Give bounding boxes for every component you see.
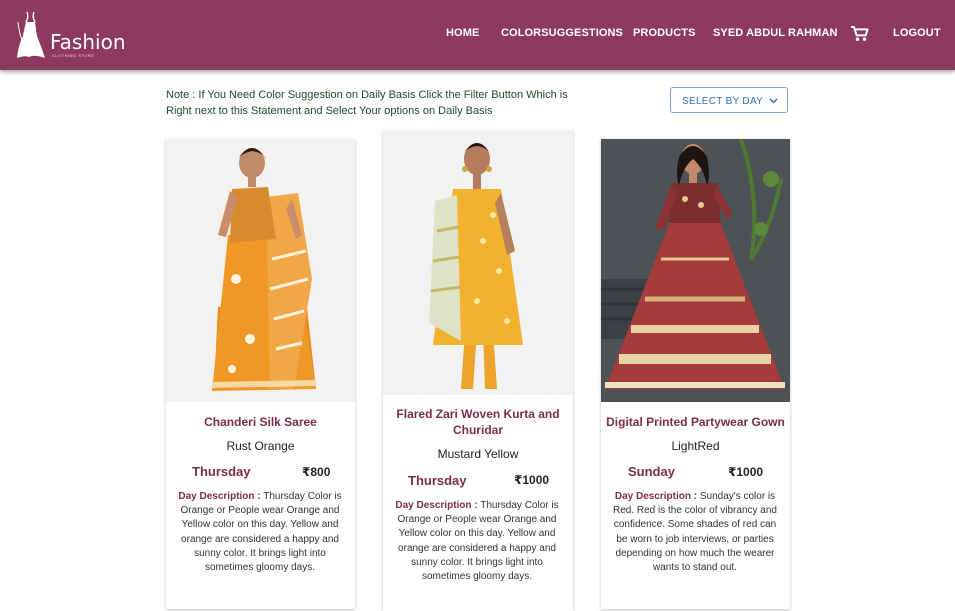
product-image-gown[interactable]: [601, 139, 790, 402]
product-image-kurta[interactable]: [383, 131, 573, 395]
day-description-label: Day Description :: [614, 491, 698, 502]
filter-note: Note : If You Need Color Suggestion on D…: [166, 89, 568, 117]
product-price: ₹1000: [514, 473, 550, 487]
product-price: ₹1000: [728, 465, 764, 479]
product-card[interactable]: Digital Printed Partywear Gown LightRed …: [601, 139, 790, 609]
brand-tagline: CLOTHING STORE: [52, 53, 95, 58]
nav-logout[interactable]: LOGOUT: [893, 27, 941, 39]
product-description: Day Description : Thursday Color is Oran…: [395, 499, 559, 584]
product-card[interactable]: Flared Zari Woven Kurta and Churidar Mus…: [383, 131, 573, 611]
product-image-saree[interactable]: [166, 139, 355, 402]
day-description-text: Thursday Color is Orange or People wear …: [397, 500, 559, 583]
brand-logo[interactable]: Fashion CLOTHING STORE: [16, 10, 126, 60]
product-card[interactable]: Chanderi Silk Saree Rust Orange Thursday…: [166, 139, 355, 609]
product-title[interactable]: Flared Zari Woven Kurta and Churidar: [383, 406, 573, 438]
nav-home[interactable]: HOME: [446, 27, 479, 39]
product-day: Thursday: [192, 464, 251, 479]
product-title[interactable]: Chanderi Silk Saree: [166, 414, 355, 430]
select-by-day-label: SELECT BY DAY: [682, 96, 764, 107]
product-description: Day Description : Sunday's color is Red.…: [613, 490, 777, 575]
shopping-cart-icon[interactable]: [851, 26, 869, 42]
brand-name: Fashion: [50, 30, 126, 54]
product-day: Thursday: [408, 473, 467, 488]
chevron-down-icon: [769, 98, 778, 104]
product-description: Day Description : Thursday Color is Oran…: [178, 490, 342, 575]
day-description-text: Thursday Color is Orange or People wear …: [180, 491, 342, 574]
product-color: Mustard Yellow: [437, 447, 519, 461]
day-description-text: Sunday's color is Red. Red is the color …: [613, 491, 777, 574]
nav-color-suggestions[interactable]: COLORSUGGESTIONS: [501, 27, 623, 39]
product-price: ₹800: [302, 465, 331, 479]
day-description-label: Day Description :: [178, 491, 261, 502]
top-navbar: Fashion CLOTHING STORE HOME COLORSUGGEST…: [0, 0, 955, 70]
day-description-label: Day Description :: [395, 500, 478, 511]
dress-icon: [17, 11, 45, 58]
nav-products[interactable]: PRODUCTS: [633, 27, 696, 39]
select-by-day-button[interactable]: SELECT BY DAY: [670, 87, 788, 113]
nav-user-name[interactable]: SYED ABDUL RAHMAN: [713, 27, 838, 39]
product-day: Sunday: [628, 464, 675, 479]
product-color: Rust Orange: [226, 439, 295, 453]
product-color: LightRed: [671, 439, 720, 453]
product-title[interactable]: Digital Printed Partywear Gown: [601, 414, 790, 430]
